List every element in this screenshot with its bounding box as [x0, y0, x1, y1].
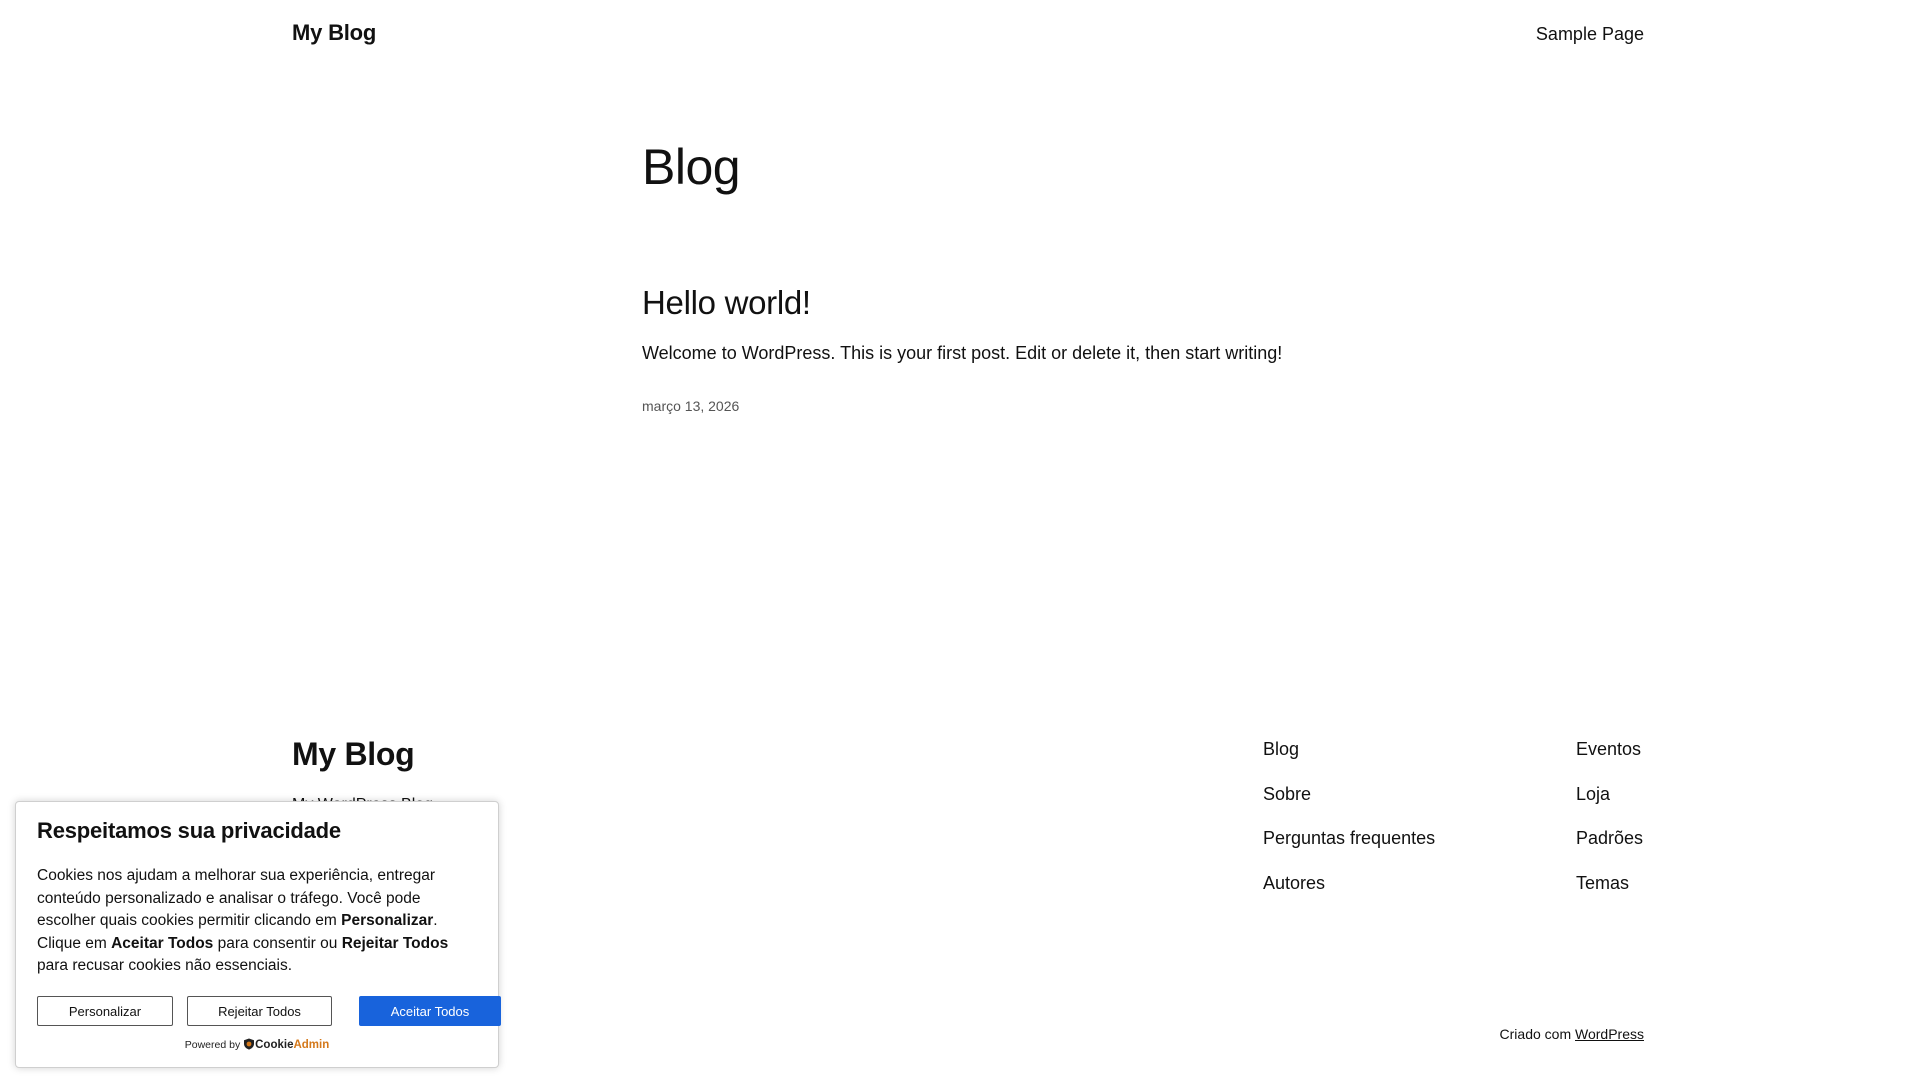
reject-all-button[interactable]: Rejeitar Todos	[187, 996, 332, 1026]
brand-name-part: Cookie	[255, 1039, 294, 1051]
cookie-button-row: Personalizar Rejeitar Todos Aceitar Todo…	[37, 996, 501, 1026]
footer-nav-column-2: Eventos Loja Padrões Temas	[1576, 738, 1643, 916]
nav-sample-page[interactable]: Sample Page	[1536, 24, 1644, 45]
footer-link-faq[interactable]: Perguntas frequentes	[1263, 827, 1435, 872]
footer-link-autores[interactable]: Autores	[1263, 872, 1435, 917]
footer-site-title[interactable]: My Blog	[292, 736, 415, 773]
cookieadmin-shield-icon	[244, 1038, 255, 1050]
page-title: Blog	[642, 139, 741, 195]
cookie-text-bold: Rejeitar Todos	[341, 934, 449, 952]
footer-link-sobre[interactable]: Sobre	[1263, 783, 1435, 828]
post-excerpt: Welcome to WordPress. This is your first…	[642, 343, 1283, 363]
footer-link-padroes[interactable]: Padrões	[1576, 827, 1643, 872]
cookie-banner-text: Cookies nos ajudam a melhorar sua experi…	[37, 865, 483, 978]
cookie-text-bold: Personalizar	[341, 912, 434, 929]
post-date: março 13, 2026	[642, 398, 740, 414]
footer-link-blog[interactable]: Blog	[1263, 738, 1435, 783]
cookie-text-bold: Aceitar Todos	[111, 934, 214, 952]
powered-by-label: Powered by	[184, 1039, 241, 1051]
footer-nav-column-1: Blog Sobre Perguntas frequentes Autores	[1263, 738, 1435, 916]
brand-name-part: Admin	[293, 1039, 330, 1051]
powered-by: Powered by CookieAdmin	[16, 1038, 498, 1051]
cookie-text-part: para consentir ou	[213, 934, 342, 952]
cookie-consent-banner: Respeitamos sua privacidade Cookies nos …	[15, 801, 501, 1068]
credits-prefix: Criado com	[1499, 1026, 1572, 1042]
site-title-link[interactable]: My Blog	[292, 20, 376, 46]
footer-link-loja[interactable]: Loja	[1576, 783, 1643, 828]
customize-button[interactable]: Personalizar	[37, 996, 173, 1026]
cookie-text-part: para recusar cookies não essenciais.	[37, 957, 293, 974]
accept-all-button[interactable]: Aceitar Todos	[359, 996, 501, 1026]
footer-link-temas[interactable]: Temas	[1576, 872, 1643, 917]
wordpress-link[interactable]: WordPress	[1575, 1026, 1644, 1042]
footer-credits: Criado com WordPress	[1500, 1026, 1644, 1042]
post-title-link[interactable]: Hello world!	[642, 284, 811, 322]
cookie-banner-title: Respeitamos sua privacidade	[37, 818, 341, 843]
footer-link-eventos[interactable]: Eventos	[1576, 738, 1643, 783]
